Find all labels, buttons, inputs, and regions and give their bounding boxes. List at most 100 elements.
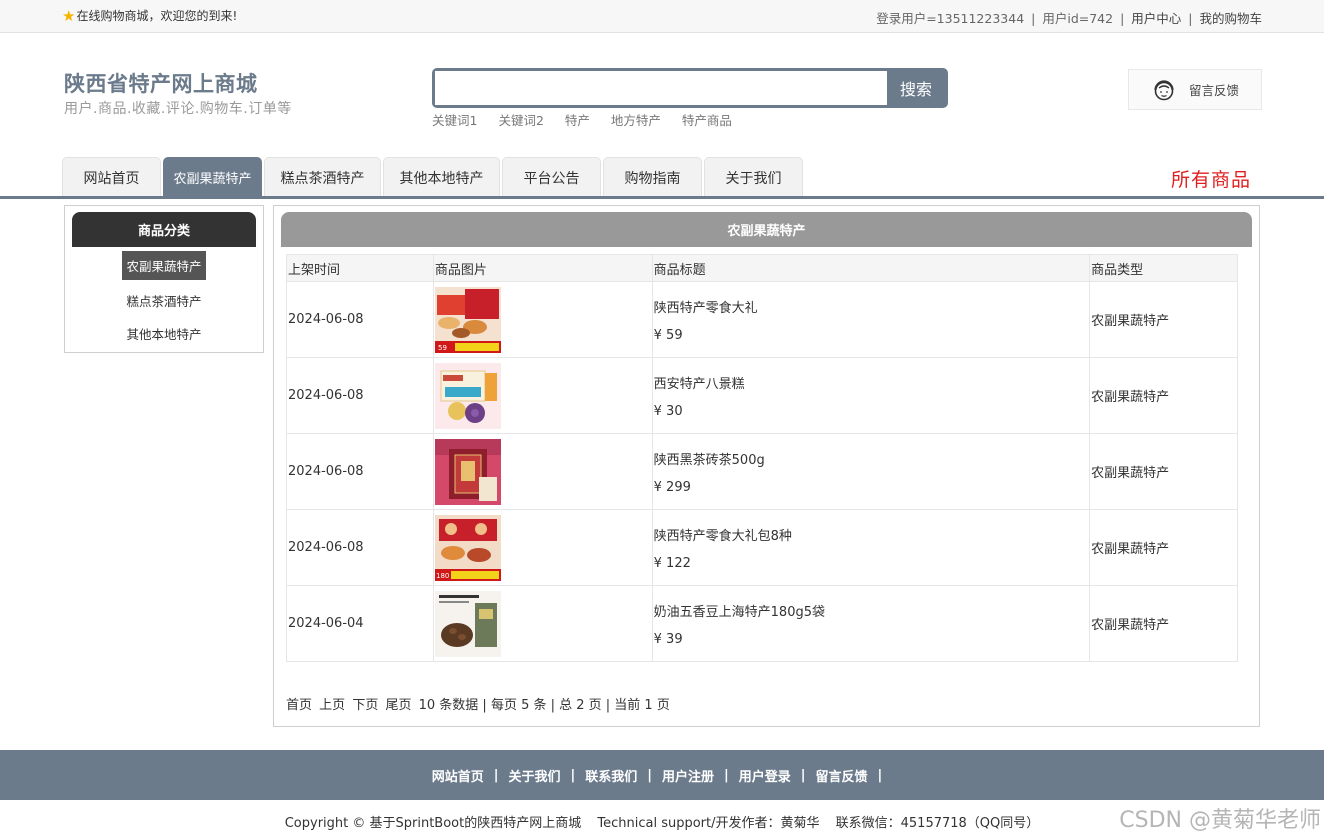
image-cell[interactable]: 180 bbox=[432, 509, 653, 586]
pager-last-link[interactable]: 尾页 bbox=[385, 698, 411, 713]
goods-title-link[interactable]: 奶油五香豆上海特产180g5袋 bbox=[654, 601, 1089, 620]
site-subtitle: 用户.商品.收藏.评论.购物车.订单等 bbox=[64, 101, 292, 117]
site-title[interactable]: 陕西省特产网上商城 bbox=[64, 68, 258, 98]
goods-panel: 农副果蔬特产 上架时间 商品图片 商品标题 商品类型 2024-06-08 59… bbox=[273, 205, 1260, 727]
gift-box-red-image[interactable]: 59 bbox=[434, 286, 501, 353]
goods-title-link[interactable]: 西安特产八景糕 bbox=[654, 373, 1089, 392]
separator: | bbox=[647, 767, 652, 783]
feedback-button[interactable]: 留言反馈 bbox=[1128, 69, 1262, 110]
image-cell[interactable] bbox=[432, 585, 653, 662]
goods-price: ¥ 299 bbox=[653, 479, 691, 495]
date-cell: 2024-06-08 bbox=[286, 509, 434, 586]
customer-service-icon bbox=[1154, 79, 1174, 100]
hotword-link[interactable]: 地方特产 bbox=[611, 113, 661, 128]
nav-divider bbox=[0, 196, 1324, 199]
image-cell[interactable]: 59 bbox=[432, 281, 653, 358]
tab-about-us[interactable]: 关于我们 bbox=[704, 157, 803, 197]
search-button[interactable]: 搜索 bbox=[887, 71, 945, 105]
table-row[interactable]: 2024-06-08 180 陕西特产零食大礼包8种 ¥ 122 农副果蔬特产 bbox=[286, 509, 1238, 586]
footer-link-contact[interactable]: 联系我们 bbox=[585, 766, 637, 785]
category-item-farm-produce[interactable]: 农副果蔬特产 bbox=[65, 251, 263, 280]
support-text: Technical support/开发作者：黄菊华 bbox=[597, 816, 820, 831]
hot-keywords: 关键词1 关键词2 特产 地方特产 特产商品 bbox=[432, 110, 749, 129]
goods-price: ¥ 30 bbox=[653, 403, 683, 419]
hotword-link[interactable]: 特产 bbox=[565, 113, 590, 128]
footer-link-about[interactable]: 关于我们 bbox=[508, 766, 560, 785]
goods-price: ¥ 122 bbox=[653, 555, 691, 571]
tab-other-local[interactable]: 其他本地特产 bbox=[383, 157, 500, 197]
tea-box-image[interactable] bbox=[434, 438, 501, 505]
type-cell: 农副果蔬特产 bbox=[1089, 585, 1238, 662]
date-cell: 2024-06-08 bbox=[286, 357, 434, 434]
pager-prev-link[interactable]: 上页 bbox=[319, 698, 345, 713]
category-label: 糕点茶酒特产 bbox=[126, 294, 202, 309]
column-header: 商品图片 bbox=[432, 254, 653, 282]
title-cell: 陕西黑茶砖茶500g ¥ 299 bbox=[651, 433, 1091, 510]
table-row[interactable]: 2024-06-04 奶油五香豆上海特产180g5袋 ¥ 39 农副果蔬特产 bbox=[286, 585, 1238, 662]
welcome-text: 在线购物商城，欢迎您的到来! bbox=[76, 9, 238, 23]
hotword-link[interactable]: 关键词1 bbox=[432, 113, 477, 128]
tab-farm-produce[interactable]: 农副果蔬特产 bbox=[163, 157, 262, 197]
svg-text:59: 59 bbox=[438, 344, 447, 352]
goods-price: ¥ 59 bbox=[653, 327, 683, 343]
tab-shopping-guide[interactable]: 购物指南 bbox=[603, 157, 702, 197]
separator: | bbox=[1188, 11, 1193, 26]
separator: | bbox=[1120, 11, 1125, 26]
copyright-text: Copyright © 基于SprintBoot的陕西特产网上商城 bbox=[284, 816, 582, 831]
login-user-text: 登录用户=13511223344 bbox=[876, 11, 1025, 26]
image-cell[interactable] bbox=[432, 433, 653, 510]
footer-link-feedback[interactable]: 留言反馈 bbox=[816, 766, 868, 785]
pager-summary: 10 条数据 | 每页 5 条 | 总 2 页 | 当前 1 页 bbox=[418, 698, 670, 713]
footer-link-register[interactable]: 用户注册 bbox=[662, 766, 714, 785]
pager-first-link[interactable]: 首页 bbox=[286, 698, 312, 713]
table-row[interactable]: 2024-06-08 西安特产八景糕 ¥ 30 农副果蔬特产 bbox=[286, 357, 1238, 434]
hotword-link[interactable]: 特产商品 bbox=[682, 113, 732, 128]
search-box: 搜索 bbox=[432, 68, 948, 108]
table-row[interactable]: 2024-06-08 59 陕西特产零食大礼 ¥ 59 农副果蔬特产 bbox=[286, 281, 1238, 358]
user-id-text: 用户id=742 bbox=[1042, 11, 1114, 26]
hotword-link[interactable]: 关键词2 bbox=[498, 113, 543, 128]
title-cell: 西安特产八景糕 ¥ 30 bbox=[651, 357, 1091, 434]
feedback-label: 留言反馈 bbox=[1189, 83, 1240, 98]
goods-title-link[interactable]: 陕西特产零食大礼 bbox=[654, 297, 1089, 316]
table-row[interactable]: 2024-06-08 陕西黑茶砖茶500g ¥ 299 农副果蔬特产 bbox=[286, 433, 1238, 510]
separator: | bbox=[724, 767, 729, 783]
goods-table: 上架时间 商品图片 商品标题 商品类型 2024-06-08 59 陕西特产零食… bbox=[286, 254, 1238, 662]
user-center-link[interactable]: 用户中心 bbox=[1131, 11, 1181, 26]
tab-home[interactable]: 网站首页 bbox=[62, 157, 161, 197]
type-cell: 农副果蔬特产 bbox=[1089, 281, 1238, 358]
cake-box-image[interactable] bbox=[434, 362, 501, 429]
title-cell: 陕西特产零食大礼包8种 ¥ 122 bbox=[651, 509, 1091, 586]
panel-heading: 农副果蔬特产 bbox=[281, 212, 1252, 247]
pagination: 首页 上页 下页 尾页 10 条数据 | 每页 5 条 | 总 2 页 | 当前… bbox=[286, 694, 673, 713]
search-input[interactable] bbox=[435, 71, 887, 105]
beans-image[interactable] bbox=[434, 590, 501, 657]
gift-bag-image[interactable]: 180 bbox=[434, 514, 501, 581]
separator: | bbox=[1031, 11, 1036, 26]
category-item-pastry-tea-wine[interactable]: 糕点茶酒特产 bbox=[65, 286, 263, 315]
footer-link-login[interactable]: 用户登录 bbox=[739, 766, 791, 785]
footer-link-home[interactable]: 网站首页 bbox=[432, 766, 484, 785]
welcome-message: ★ 在线购物商城，欢迎您的到来! bbox=[62, 7, 237, 24]
goods-title-link[interactable]: 陕西黑茶砖茶500g bbox=[654, 449, 1089, 468]
pager-next-link[interactable]: 下页 bbox=[352, 698, 378, 713]
image-cell[interactable] bbox=[432, 357, 653, 434]
star-icon: ★ bbox=[62, 6, 76, 25]
all-goods-link[interactable]: 所有商品 bbox=[1171, 165, 1251, 192]
svg-text:180: 180 bbox=[436, 572, 449, 580]
main-nav: 网站首页 农副果蔬特产 糕点茶酒特产 其他本地特产 平台公告 购物指南 关于我们 bbox=[62, 157, 805, 197]
column-header: 上架时间 bbox=[286, 254, 434, 282]
category-item-other-local[interactable]: 其他本地特产 bbox=[65, 319, 263, 348]
table-header-row: 上架时间 商品图片 商品标题 商品类型 bbox=[286, 254, 1238, 282]
title-cell: 陕西特产零食大礼 ¥ 59 bbox=[651, 281, 1091, 358]
category-label: 农副果蔬特产 bbox=[122, 251, 206, 280]
cart-link[interactable]: 我的购物车 bbox=[1199, 11, 1262, 26]
separator: | bbox=[800, 767, 806, 783]
separator: | bbox=[877, 767, 883, 783]
tab-pastry-tea-wine[interactable]: 糕点茶酒特产 bbox=[264, 157, 381, 197]
goods-title-link[interactable]: 陕西特产零食大礼包8种 bbox=[654, 525, 1089, 544]
type-cell: 农副果蔬特产 bbox=[1089, 433, 1238, 510]
category-sidebar: 商品分类 农副果蔬特产 糕点茶酒特产 其他本地特产 bbox=[64, 205, 264, 353]
category-label: 其他本地特产 bbox=[126, 327, 202, 342]
tab-announcement[interactable]: 平台公告 bbox=[502, 157, 601, 197]
